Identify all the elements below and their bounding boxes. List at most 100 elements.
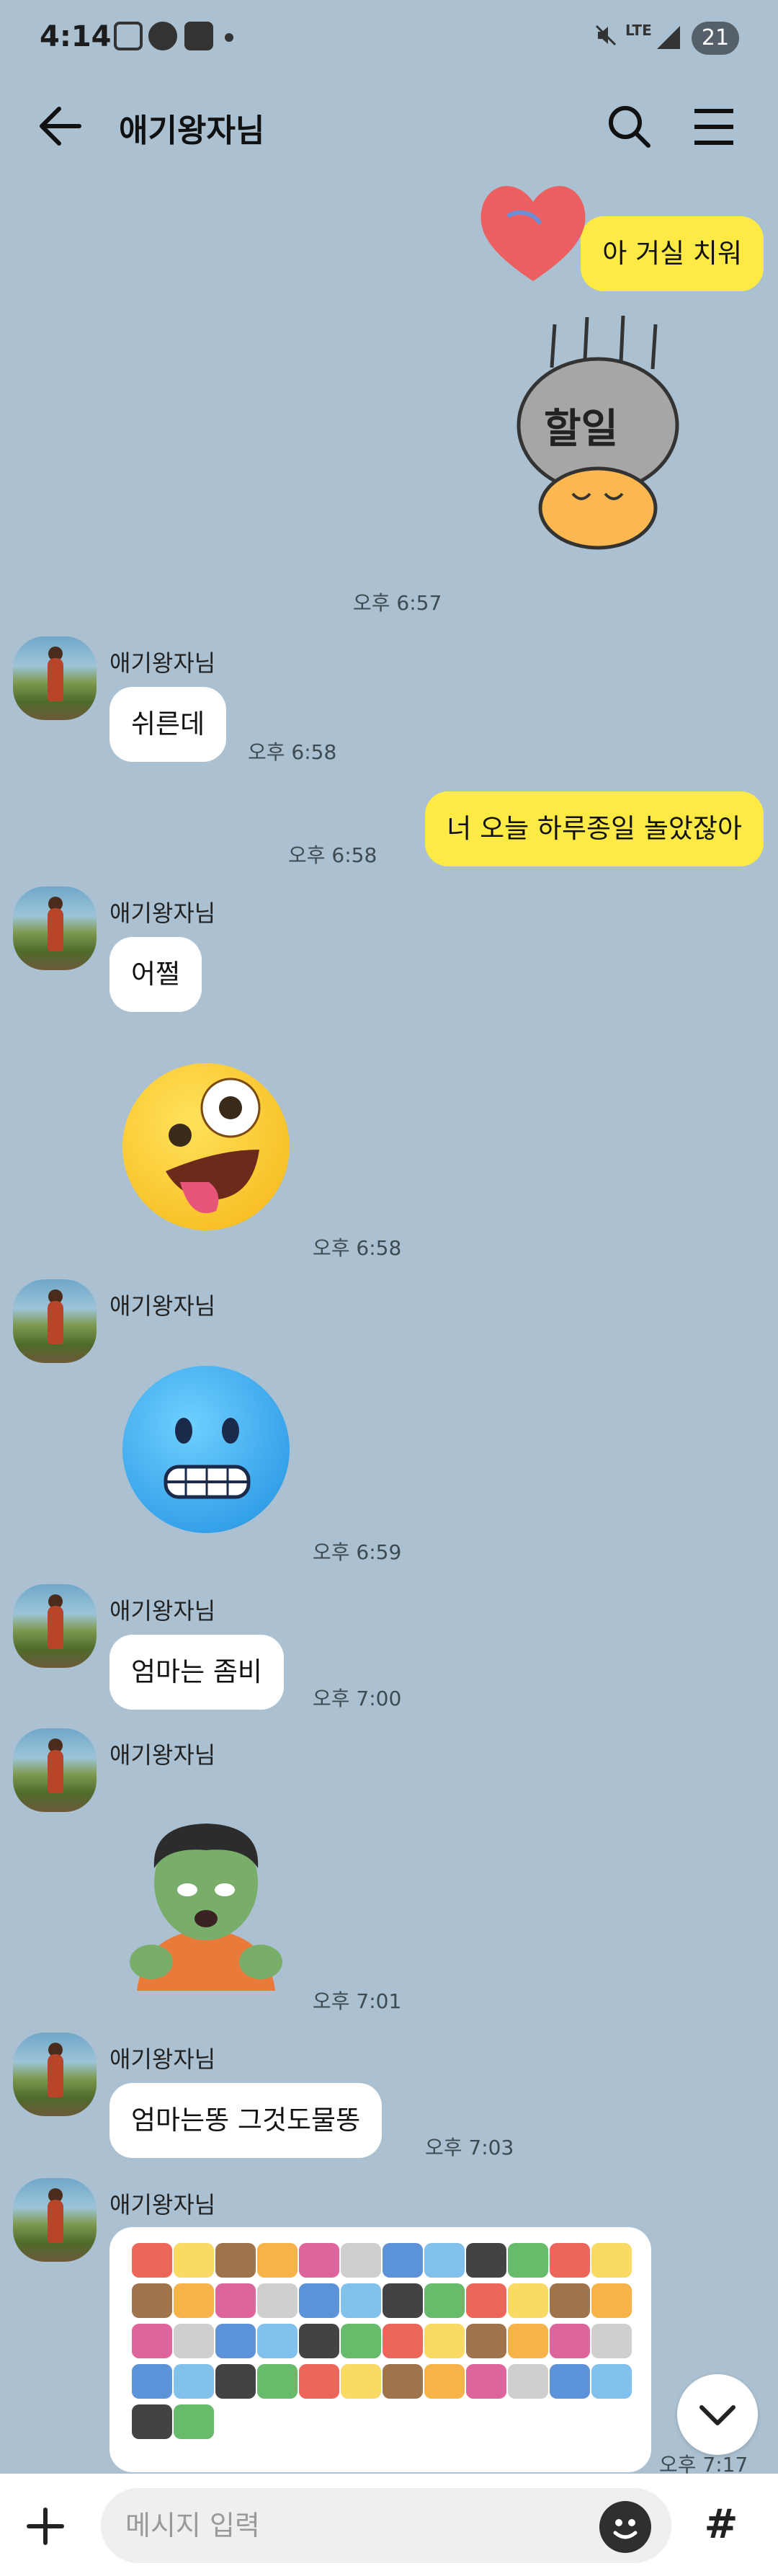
emoji-tile [132, 2283, 172, 2318]
emoji-tile [550, 2324, 590, 2358]
emoji-tile [466, 2243, 506, 2278]
emoji-tile [215, 2364, 256, 2399]
timestamp: 오후 7:01 [313, 1989, 402, 2013]
emoji-tile [257, 2243, 298, 2278]
heart-sticker [475, 173, 591, 288]
emoji-tile [215, 2243, 256, 2278]
sticker-label: 할일 [544, 406, 619, 453]
emoji-tile [299, 2243, 339, 2278]
outgoing-message[interactable]: 아 거실 치워 [581, 216, 764, 291]
incoming-message[interactable]: 쉬른데 [109, 687, 227, 762]
network-label: LTE [625, 22, 652, 39]
avatar[interactable] [13, 2178, 97, 2262]
emoji-tile [299, 2324, 339, 2358]
emoji-tile [174, 2283, 214, 2318]
emoji-tile [591, 2283, 632, 2318]
incoming-message[interactable]: 엄마는똥 그것도물똥 [109, 2083, 383, 2158]
emoji-tile [424, 2243, 465, 2278]
emoji-tile [383, 2364, 423, 2399]
emoji-tile [174, 2243, 214, 2278]
emoji-tile [132, 2364, 172, 2399]
emoji-icon[interactable] [599, 2501, 651, 2553]
avatar[interactable] [13, 1279, 97, 1363]
timestamp: 오후 7:03 [425, 2136, 514, 2159]
message-text: 엄마는똥 그것도물똥 [131, 2105, 361, 2136]
message-text: 너 오늘 하루종일 놀았잖아 [447, 813, 742, 844]
emoji-tile [508, 2243, 548, 2278]
hashtag-button[interactable]: # [692, 2495, 751, 2554]
timestamp: 오후 6:58 [288, 843, 377, 867]
search-icon[interactable] [604, 101, 654, 151]
emoji-tile [215, 2283, 256, 2318]
sender-name: 애기왕자님 [109, 1741, 216, 1769]
message-text: 쉬른데 [131, 709, 205, 740]
timestamp: 오후 6:58 [248, 740, 337, 764]
incoming-message[interactable]: 어쩔 [109, 937, 202, 1012]
status-bar: 4:14 LTE 21 [0, 0, 778, 79]
timestamp: 오후 6:57 [353, 591, 442, 615]
menu-icon[interactable] [692, 107, 736, 147]
emoji-tile [383, 2324, 423, 2358]
battery-indicator: 21 [692, 22, 739, 55]
cold-face-emoji [122, 1366, 290, 1533]
emoji-tile [257, 2283, 298, 2318]
emoji-tile [591, 2324, 632, 2358]
emoji-tile [550, 2243, 590, 2278]
timestamp: 오후 7:00 [313, 1687, 402, 1710]
avatar[interactable] [13, 1728, 97, 1812]
chat-title: 애기왕자님 [119, 112, 265, 149]
plus-icon[interactable] [20, 2501, 71, 2551]
emoji-tile [174, 2364, 214, 2399]
emoji-tile [466, 2324, 506, 2358]
incoming-message[interactable]: 엄마는 좀비 [109, 1635, 284, 1710]
sender-name: 애기왕자님 [109, 649, 216, 677]
sender-name: 애기왕자님 [109, 900, 216, 927]
avatar[interactable] [13, 2033, 97, 2116]
zany-face-emoji [122, 1063, 290, 1230]
status-clock: 4:14 [40, 20, 112, 53]
emoji-tile [215, 2324, 256, 2358]
app-icon [184, 22, 213, 50]
emoji-tile [383, 2243, 423, 2278]
emoji-tile [341, 2243, 381, 2278]
signal-icon [656, 25, 681, 50]
emoji-tile [550, 2364, 590, 2399]
emoji-tile [341, 2364, 381, 2399]
message-text: 아 거실 치워 [602, 238, 742, 269]
emoji-tile [508, 2283, 548, 2318]
emoji-tile [466, 2283, 506, 2318]
sender-name: 애기왕자님 [109, 1292, 216, 1320]
emoji-tile [174, 2404, 214, 2439]
emoji-tile [299, 2283, 339, 2318]
todo-sticker: 할일 [504, 310, 692, 555]
emoji-tile [341, 2283, 381, 2318]
avatar[interactable] [13, 887, 97, 970]
emoji-tile [174, 2324, 214, 2358]
avatar[interactable] [13, 1584, 97, 1668]
zombie-emoji [122, 1811, 290, 1991]
emoji-tile [132, 2404, 172, 2439]
outgoing-message[interactable]: 너 오늘 하루종일 놀았잖아 [425, 791, 764, 866]
emoji-tile [591, 2243, 632, 2278]
mute-icon [595, 25, 617, 46]
sender-name: 애기왕자님 [109, 2191, 216, 2219]
emoji-tile [341, 2324, 381, 2358]
avatar[interactable] [13, 636, 97, 720]
timestamp: 오후 6:58 [313, 1236, 402, 1260]
back-arrow-icon[interactable] [36, 105, 86, 148]
notification-dot-icon [225, 33, 233, 42]
emoji-tile [550, 2283, 590, 2318]
emoji-tile [424, 2283, 465, 2318]
message-input[interactable] [101, 2488, 671, 2563]
emoji-tile [257, 2364, 298, 2399]
screenshot-icon [114, 22, 143, 50]
emoji-grid [131, 2242, 635, 2443]
scroll-down-button[interactable] [677, 2374, 758, 2455]
emoji-tile [132, 2243, 172, 2278]
sender-name: 애기왕자님 [109, 2046, 216, 2073]
emoji-tile [383, 2283, 423, 2318]
talk-icon [148, 22, 177, 50]
emoji-tile [257, 2324, 298, 2358]
emoji-tile [508, 2364, 548, 2399]
chevron-down-icon [699, 2405, 735, 2425]
